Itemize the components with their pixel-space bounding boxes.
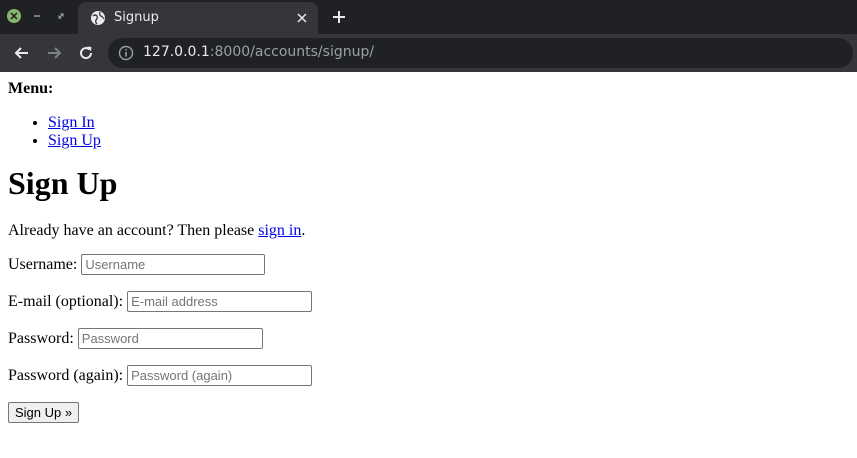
url-host: 127.0.0.1 xyxy=(143,44,210,60)
new-tab-button[interactable] xyxy=(330,8,348,26)
email-row: E-mail (optional): xyxy=(8,291,849,312)
username-row: Username: xyxy=(8,254,849,275)
submit-row: Sign Up » xyxy=(8,402,849,423)
back-button[interactable] xyxy=(12,43,32,63)
intro-text: Already have an account? Then please sig… xyxy=(8,222,849,240)
url-text[interactable]: 127.0.0.1:8000/accounts/signup/ xyxy=(143,44,374,60)
menu-title: Menu: xyxy=(8,80,54,97)
username-input[interactable] xyxy=(81,254,266,275)
page-title: Sign Up xyxy=(8,165,118,201)
close-icon xyxy=(10,12,18,20)
menu-list: Sign In Sign Up xyxy=(8,114,849,150)
sign-in-link[interactable]: Sign In xyxy=(48,114,95,131)
password-again-label: Password (again): xyxy=(8,367,124,384)
tab-strip: Signup xyxy=(0,0,857,34)
intro-text-before: Already have an account? Then please xyxy=(8,222,259,239)
signup-form: Username: E-mail (optional): Password: P… xyxy=(8,254,849,423)
arrow-left-icon xyxy=(14,47,28,59)
password-row: Password: xyxy=(8,328,849,349)
email-label: E-mail (optional): xyxy=(8,293,124,310)
window-maximize-button[interactable] xyxy=(54,9,68,23)
sign-up-button[interactable]: Sign Up » xyxy=(8,402,80,423)
password-input[interactable] xyxy=(77,328,263,349)
tab-close-button[interactable] xyxy=(294,10,310,26)
password-label: Password: xyxy=(8,330,74,347)
plus-icon xyxy=(333,11,345,23)
url-path: :8000/accounts/signup/ xyxy=(209,44,375,60)
reload-button[interactable] xyxy=(76,43,96,63)
menu-item-sign-in: Sign In xyxy=(48,114,849,132)
window-close-button[interactable] xyxy=(7,9,21,23)
window-minimize-button[interactable] xyxy=(30,9,44,23)
intro-sign-in-link[interactable]: sign in xyxy=(258,222,301,239)
active-tab[interactable]: Signup xyxy=(78,2,318,34)
sign-up-link[interactable]: Sign Up xyxy=(48,132,101,149)
username-label: Username: xyxy=(8,256,78,273)
reload-icon xyxy=(80,46,93,60)
maximize-icon xyxy=(58,13,64,19)
password-again-input[interactable] xyxy=(127,365,313,386)
page-content: Menu: Sign In Sign Up Sign Up Already ha… xyxy=(0,72,857,458)
password-again-row: Password (again): xyxy=(8,365,849,386)
email-input[interactable] xyxy=(127,291,313,312)
forward-button[interactable] xyxy=(44,43,64,63)
minimize-icon xyxy=(34,15,40,17)
tab-title: Signup xyxy=(114,10,159,25)
close-icon xyxy=(297,13,307,23)
address-bar[interactable]: 127.0.0.1:8000/accounts/signup/ xyxy=(108,38,853,68)
info-icon[interactable] xyxy=(118,45,134,61)
globe-icon xyxy=(91,11,105,25)
arrow-right-icon xyxy=(48,47,62,59)
browser-toolbar: 127.0.0.1:8000/accounts/signup/ xyxy=(0,34,857,72)
intro-text-after: . xyxy=(301,222,306,239)
browser-chrome: Signup 127.0.0.1:8000/accounts/signup/ xyxy=(0,0,857,72)
menu-item-sign-up: Sign Up xyxy=(48,132,849,150)
